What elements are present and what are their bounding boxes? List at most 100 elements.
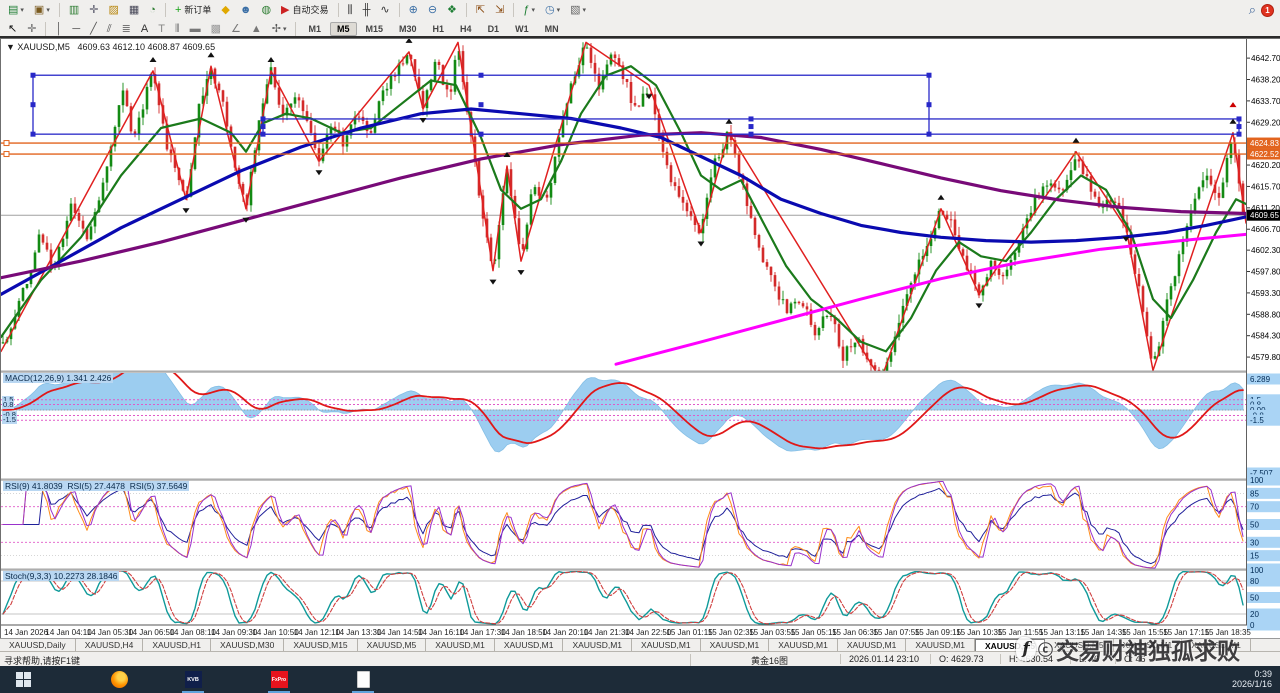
metaeditor-button[interactable]: ◆ (217, 2, 233, 18)
notification-badge[interactable]: 1 (1261, 4, 1274, 17)
start-button[interactable] (8, 670, 38, 689)
periods-button[interactable]: ◷▾ (541, 2, 564, 18)
dropdown-caret-icon[interactable]: ▾ (46, 6, 50, 14)
triangle-icon: ▲ (251, 22, 262, 36)
timeframe-button-h1[interactable]: H1 (426, 22, 452, 36)
profiles-button[interactable]: ▣▾ (30, 2, 54, 18)
label-button[interactable]: T (154, 21, 169, 37)
svg-text:4615.70: 4615.70 (1251, 182, 1280, 191)
chart-tab-0[interactable]: XAUUSD,Daily (0, 639, 76, 651)
timeframe-button-m5[interactable]: M5 (330, 22, 357, 36)
community-icon: ☻ (240, 3, 252, 17)
new-chart-button[interactable]: ▤▾ (4, 2, 28, 18)
timeframe-button-d1[interactable]: D1 (481, 22, 507, 36)
indicators-button[interactable]: ƒ▾ (519, 2, 539, 18)
taskbar-notepad-button[interactable] (348, 670, 378, 689)
timeframe-button-h4[interactable]: H4 (453, 22, 479, 36)
market-watch-button[interactable]: ▥ (65, 2, 83, 18)
chart-title: ▼ XAUUSD,M5 4609.63 4612.10 4608.87 4609… (6, 42, 215, 52)
toolbar-separator (295, 22, 296, 36)
chart-bars-button[interactable]: ⫼ (344, 2, 357, 18)
svg-text:20: 20 (1250, 610, 1259, 619)
arrange-desc-button[interactable]: ⇲ (491, 2, 508, 18)
svg-text:4602.30: 4602.30 (1251, 246, 1280, 255)
vertical-line-button[interactable]: │ (51, 21, 66, 37)
periods-icon: ◷ (545, 3, 555, 17)
dropdown-caret-icon[interactable]: ▾ (583, 6, 587, 14)
dropdown-caret-icon[interactable]: ▾ (283, 25, 287, 33)
triangle-button[interactable]: ▲ (247, 21, 266, 37)
timeframe-button-m15[interactable]: M15 (359, 22, 391, 36)
chart-tab-12[interactable]: XAUUSD,M1 (838, 639, 907, 651)
tile-windows-button[interactable]: ❖ (443, 2, 461, 18)
search-icon[interactable]: ⌕ (1249, 2, 1256, 18)
zoom-in-button[interactable]: ⊕ (405, 2, 422, 18)
macd-indicator-label: MACD(12,26,9) 1.341 2.426 (3, 373, 113, 383)
rectangle-button[interactable]: ▬ (186, 21, 205, 37)
chart-tab-7[interactable]: XAUUSD,M1 (495, 639, 564, 651)
chart-tab-4[interactable]: XAUUSD,M15 (284, 639, 357, 651)
gann-button[interactable]: ∠ (227, 21, 245, 37)
arrows-tool-button[interactable]: ✢▾ (268, 21, 291, 37)
fibonacci-button[interactable]: ≣ (118, 21, 135, 37)
taskbar-fxpro-button[interactable]: FxPro (264, 670, 294, 689)
taskbar-kvb-button[interactable]: KVB (178, 670, 208, 689)
timeframe-button-mn[interactable]: MN (538, 22, 566, 36)
arrows-tool-icon: ✢ (272, 22, 281, 36)
chart-tab-8[interactable]: XAUUSD,M1 (563, 639, 632, 651)
taskbar-clock[interactable]: 0:39 2026/1/16 (1232, 669, 1272, 689)
terminal-button[interactable]: ▦ (125, 2, 143, 18)
channel-button[interactable]: ⫽ (103, 21, 116, 37)
text-button[interactable]: A (137, 21, 152, 37)
data-window-button[interactable]: ✛ (85, 2, 102, 18)
chart-tab-13[interactable]: XAUUSD,M1 (906, 639, 975, 651)
taskbar-firefox-button[interactable] (104, 670, 134, 689)
chart-line-button[interactable]: ∿ (376, 2, 393, 18)
zoom-out-button[interactable]: ⊖ (424, 2, 441, 18)
chart-tab-9[interactable]: XAUUSD,M1 (632, 639, 701, 651)
crosshair-button[interactable]: ✛ (23, 21, 40, 37)
pattern-button[interactable]: ▩ (207, 21, 225, 37)
timeframe-button-m30[interactable]: M30 (392, 22, 424, 36)
new-order-button[interactable]: +新订单 (171, 2, 215, 18)
chart-tab-10[interactable]: XAUUSD,M1 (701, 639, 770, 651)
svg-text:4642.70: 4642.70 (1251, 54, 1280, 63)
main-toolbar: ▤▾▣▾▥✛▨▦◔+新订单◆☻◍▶自动交易⫼╫∿⊕⊖❖⇱⇲ƒ▾◷▾▧▾ ↖✛│─… (0, 0, 1280, 38)
chart-tab-14[interactable]: XAUUSD,M5 (975, 639, 1045, 651)
community-button[interactable]: ☻ (236, 2, 256, 18)
chart-tab-11[interactable]: XAUUSD,M1 (769, 639, 838, 651)
svg-text:15 Jan 13:15: 15 Jan 13:15 (1039, 628, 1086, 637)
tester-button[interactable]: ◔ (145, 2, 160, 18)
chart-canvas[interactable]: 4642.704638.204633.704629.204620.204615.… (1, 39, 1280, 639)
document-icon (357, 671, 370, 688)
chart-tab-3[interactable]: XAUUSD,M30 (211, 639, 284, 651)
navigator-button[interactable]: ▨ (104, 2, 122, 18)
arrange-asc-button[interactable]: ⇱ (472, 2, 489, 18)
dropdown-caret-icon[interactable]: ▾ (20, 6, 24, 14)
templates-button[interactable]: ▧▾ (566, 2, 590, 18)
dropdown-caret-icon[interactable]: ▾ (557, 6, 561, 14)
chart-tab-6[interactable]: XAUUSD,M1 (426, 639, 495, 651)
timeframe-button-m1[interactable]: M1 (301, 22, 328, 36)
vertical-line-icon: │ (55, 22, 62, 36)
autotrading-button[interactable]: ▶自动交易 (277, 2, 332, 18)
chart-tab-5[interactable]: XAUUSD,M5 (358, 639, 427, 651)
horizontal-line-button[interactable]: ─ (68, 21, 84, 37)
svg-text:4629.20: 4629.20 (1251, 118, 1280, 127)
chart-tab-1[interactable]: XAUUSD,H4 (76, 639, 144, 651)
globe-button[interactable]: ◍ (257, 2, 275, 18)
globe-icon: ◍ (261, 3, 271, 17)
svg-text:14 Jan 10:50: 14 Jan 10:50 (252, 628, 299, 637)
chart-tab-15[interactable]: XAUUSD,M5 (1045, 639, 1114, 651)
timeframe-button-w1[interactable]: W1 (508, 22, 536, 36)
chart-tab-2[interactable]: XAUUSD,H1 (143, 639, 211, 651)
cursor-button[interactable]: ↖ (4, 21, 21, 37)
chart-candles-button[interactable]: ╫ (359, 2, 375, 18)
status-low-value: L: 46 (1070, 654, 1099, 664)
cycle-lines-button[interactable]: ⫴ (171, 21, 184, 37)
chart-tab-16[interactable]: XAUUSD,M1 (1114, 639, 1183, 651)
trendline-button[interactable]: ╱ (86, 21, 101, 37)
dropdown-caret-icon[interactable]: ▾ (531, 6, 535, 14)
chart-tab-17[interactable]: XAUUSD,M1 (1182, 639, 1251, 651)
svg-text:4624.83: 4624.83 (1250, 139, 1279, 148)
